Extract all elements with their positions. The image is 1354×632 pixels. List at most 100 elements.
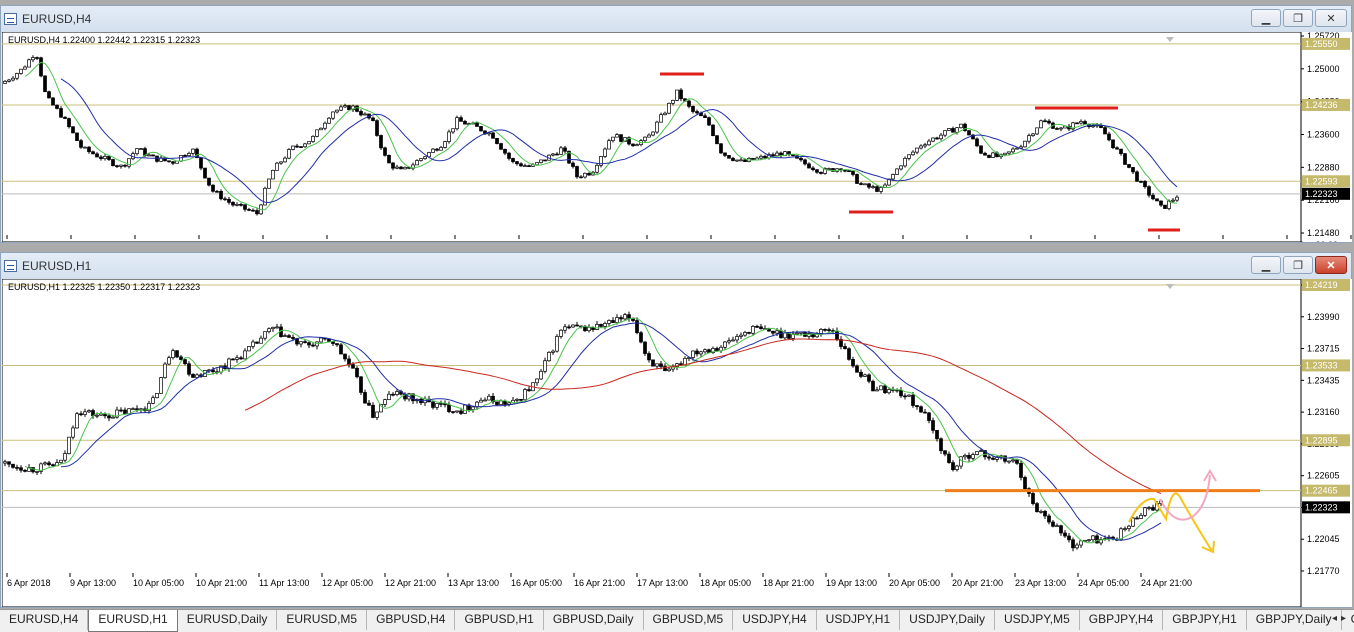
current-price-label: 1.22323 xyxy=(1305,502,1338,512)
candle-body xyxy=(295,145,299,148)
candle-body xyxy=(939,134,943,140)
chart-window-h1[interactable]: EURUSD,H1 ▁ ❐ ✕ 1.242191.239901.237151.2… xyxy=(0,252,1352,608)
candle-body xyxy=(935,429,939,440)
candle-body xyxy=(527,389,531,392)
candle-body xyxy=(919,145,923,149)
candle-body xyxy=(1175,196,1179,201)
candle-body xyxy=(459,410,463,414)
tab-eurusd-daily[interactable]: EURUSD,Daily xyxy=(178,610,278,630)
candle-body xyxy=(359,111,363,116)
candle-body xyxy=(299,146,303,148)
price-chart-h4[interactable]: 1.257201.250001.242801.236001.228801.221… xyxy=(2,32,1352,242)
candle-body xyxy=(463,404,467,414)
candle-body xyxy=(139,148,143,150)
candle-body xyxy=(67,118,71,128)
candle-body xyxy=(1091,535,1095,541)
maximize-button[interactable]: ❐ xyxy=(1283,256,1313,274)
candle-body xyxy=(587,172,591,176)
candle-body xyxy=(507,152,511,159)
time-axis-label: 19 Apr 20:00 xyxy=(1287,240,1338,242)
tab-eurusd-h1[interactable]: EURUSD,H1 xyxy=(88,610,178,632)
candle-body xyxy=(803,159,807,165)
candle-body xyxy=(1139,180,1143,183)
tab-eurusd-h4[interactable]: EURUSD,H4 xyxy=(0,610,89,630)
tab-gbpusd-h4[interactable]: GBPUSD,H4 xyxy=(367,610,456,630)
candle-body xyxy=(535,162,539,166)
candle-body xyxy=(383,399,387,405)
candle-body xyxy=(303,341,307,343)
candle-body xyxy=(735,159,739,162)
candle-body xyxy=(191,373,195,378)
candle-body xyxy=(1123,528,1127,530)
candle-body xyxy=(667,102,671,114)
candle-body xyxy=(647,134,651,138)
candle-body xyxy=(863,183,867,186)
close-button[interactable]: ✕ xyxy=(1315,9,1347,27)
tab-gbpusd-h1[interactable]: GBPUSD,H1 xyxy=(455,610,544,630)
candle-body xyxy=(887,389,891,394)
chart-area-h4[interactable]: 1.257201.250001.242801.236001.228801.221… xyxy=(2,32,1352,242)
candle-body xyxy=(639,332,643,343)
tab-usdjpy-m5[interactable]: USDJPY,M5 xyxy=(995,610,1080,630)
candle-body xyxy=(875,186,879,192)
tab-usdjpy-h1[interactable]: USDJPY,H1 xyxy=(817,610,901,630)
candle-body xyxy=(955,127,959,133)
candle-body xyxy=(875,389,879,392)
candle-body xyxy=(255,210,259,215)
candle-body xyxy=(351,364,355,369)
candle-body xyxy=(31,467,35,473)
tab-usdjpy-daily[interactable]: USDJPY,Daily xyxy=(900,610,995,630)
candle-body xyxy=(659,363,663,367)
tab-usdjpy-h4[interactable]: USDJPY,H4 xyxy=(733,610,817,630)
window-titlebar[interactable]: EURUSD,H4 ▁ ❐ ✕ xyxy=(1,6,1351,32)
candle-body xyxy=(439,147,443,151)
maximize-button[interactable]: ❐ xyxy=(1283,9,1313,27)
candle-body xyxy=(19,68,23,74)
minimize-button[interactable]: ▁ xyxy=(1251,9,1281,27)
tab-eurusd-m5[interactable]: EURUSD,M5 xyxy=(277,610,368,630)
candle-body xyxy=(707,117,711,126)
candle-body xyxy=(1075,122,1079,125)
tab-gbpjpy-h4[interactable]: GBPJPY,H4 xyxy=(1080,610,1164,630)
candle-body xyxy=(271,169,275,180)
candle-body xyxy=(675,89,679,101)
candle-body xyxy=(947,128,951,131)
candle-body xyxy=(311,344,315,347)
candle-body xyxy=(495,137,499,144)
candle-body xyxy=(95,414,99,417)
tab-label: EURUSD,M5 xyxy=(286,612,358,626)
tab-gbpjpy-daily[interactable]: GBPJPY,Daily xyxy=(1247,610,1342,630)
window-titlebar[interactable]: EURUSD,H1 ▁ ❐ ✕ xyxy=(1,253,1351,279)
time-axis-label: 20 Apr 05:00 xyxy=(889,578,940,588)
minimize-button[interactable]: ▁ xyxy=(1251,256,1281,274)
candle-body xyxy=(47,462,51,465)
tab-label: GBPJPY,Daily xyxy=(1255,612,1332,626)
candle-body xyxy=(283,157,287,163)
candle-body xyxy=(843,346,847,349)
candle-body xyxy=(895,168,899,175)
tab-scroll-arrows[interactable]: ◂▸ xyxy=(1332,613,1350,624)
candle-body xyxy=(659,114,663,123)
candle-body xyxy=(1059,127,1063,130)
tab-gbpusd-m5[interactable]: GBPUSD,M5 xyxy=(644,610,734,630)
candle-body xyxy=(779,330,783,339)
price-scale-label: 1.22045 xyxy=(1307,534,1340,544)
candle-body xyxy=(567,326,571,329)
candle-body xyxy=(459,117,463,122)
candle-body xyxy=(283,335,287,337)
candle-body xyxy=(227,358,231,369)
close-button[interactable]: ✕ xyxy=(1315,256,1347,274)
candle-body xyxy=(11,463,15,468)
candle-body xyxy=(723,341,727,348)
chart-area-h1[interactable]: 1.24219 1.23990 1.23715 1.23435 1.23160 1.228… xyxy=(2,279,1352,607)
chart-window-h4[interactable]: EURUSD,H4 ▁ ❐ ✕ 1.257201.250001.242801.2… xyxy=(0,5,1352,243)
price-chart-h1[interactable]: 1.24219 1.23990 1.23715 1.23435 1.23160 1.228… xyxy=(2,279,1352,607)
candle-body xyxy=(507,402,511,405)
tab-gbpusd-daily[interactable]: GBPUSD,Daily xyxy=(544,610,644,630)
tab-gbpjpy-h1[interactable]: GBPJPY,H1 xyxy=(1163,610,1247,630)
candle-body xyxy=(703,349,707,353)
candle-body xyxy=(431,148,435,153)
candle-body xyxy=(247,209,251,211)
candle-body xyxy=(123,164,127,167)
candle-body xyxy=(871,186,875,188)
